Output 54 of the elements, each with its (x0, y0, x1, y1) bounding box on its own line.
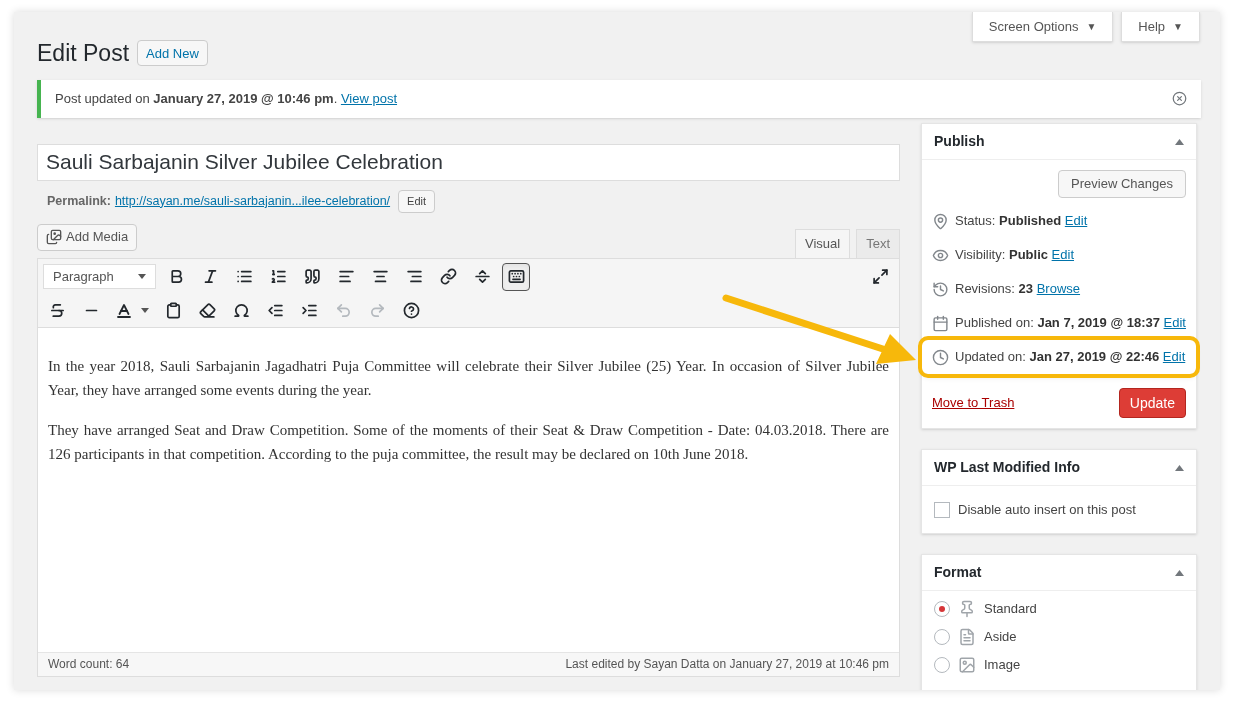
format-option-label: Standard (984, 600, 1037, 619)
image-icon (958, 656, 976, 674)
publish-info-text: Updated on: Jan 27, 2019 @ 22:46 Edit (955, 348, 1186, 367)
publish-info-link[interactable]: Edit (1163, 315, 1186, 331)
publish-info-link[interactable]: Edit (1051, 247, 1074, 263)
toolbar-toggle-icon[interactable] (502, 262, 530, 291)
preview-changes-button[interactable]: Preview Changes (1058, 170, 1186, 198)
format-option-label: Aside (984, 628, 1017, 647)
collapse-icon[interactable] (1175, 569, 1184, 576)
format-option-label: Image (984, 656, 1021, 675)
publish-info-text: Status: Published Edit (955, 212, 1088, 231)
add-new-button[interactable]: Add New (137, 40, 208, 67)
pushpin-icon (958, 600, 976, 618)
page-title: Edit Post (37, 39, 130, 68)
clock-icon (932, 348, 949, 366)
checkbox-label: Disable auto insert on this post (958, 500, 1136, 519)
calendar-icon (932, 314, 949, 332)
publish-info-text: Visibility: Public Edit (955, 246, 1074, 265)
caret-icon (138, 274, 146, 279)
text-color-icon (115, 301, 133, 320)
format-select[interactable]: Paragraph (43, 264, 156, 289)
update-button[interactable]: Update (1118, 388, 1186, 418)
title-field[interactable]: Sauli Sarbajanin Silver Jubilee Celebration (37, 143, 900, 181)
publish-info-text: Revisions: 23 Browse (955, 280, 1081, 299)
publish-info-link[interactable]: Browse (1036, 281, 1081, 297)
content-paragraph: They have arranged Seat and Draw Competition. Some of the moments of their Seat & Draw Competition - Date: 04.03.2018. There are 126 participants in that competition. According to the puja committee, the result may be declared on 10th June 2018. (48, 420, 889, 464)
editor-tab[interactable]: Visual (794, 228, 851, 259)
pin-icon (932, 212, 949, 230)
word-count: Word count: 64 (48, 656, 130, 673)
dismiss-icon[interactable] (1172, 91, 1187, 106)
publish-info-text: Published on: Jan 7, 2019 @ 18:37 Edit (955, 314, 1186, 333)
move-to-trash-link[interactable]: Move to Trash (932, 393, 1015, 413)
collapse-icon[interactable] (1175, 138, 1184, 145)
panel-title: WP Last Modified Info (934, 458, 1080, 477)
help-tab[interactable]: Help ▼ (1121, 12, 1200, 42)
publish-info-link[interactable]: Edit (1162, 349, 1186, 365)
permalink-edit-button[interactable]: Edit (398, 189, 436, 213)
checkbox[interactable] (934, 501, 950, 518)
permalink-label: Permalink: (47, 192, 111, 210)
publish-info-link[interactable]: Edit (1064, 213, 1088, 229)
document-icon (958, 628, 976, 646)
screen-options-tab[interactable]: Screen Options ▼ (971, 12, 1114, 42)
editor-tab[interactable]: Text (856, 228, 900, 259)
panel-title: Publish (934, 132, 985, 151)
collapse-icon[interactable] (1175, 464, 1184, 471)
add-media-button[interactable]: Add Media (37, 223, 138, 251)
last-edited-text: Last edited by Sayan Datta on January 27, 2019 at 10:46 pm (565, 656, 889, 673)
panel-title: Format (934, 563, 982, 582)
media-icon (46, 229, 62, 245)
view-post-link[interactable]: View post (340, 90, 398, 106)
history-icon (932, 280, 949, 298)
content-paragraph: In the year 2018, Sauli Sarbajanin Jagadhatri Puja Committee will celebrate their Silver Jubilee (25) Year. In occasion of Silver Jubilee Year, they have arranged some events during the year. (48, 356, 889, 400)
permalink-link[interactable]: http://sayan.me/sauli-sarbajanin...ilee-celebration/ (114, 191, 391, 211)
notice-text: Post updated on January 27, 2019 @ 10:46 pm. View post (55, 89, 398, 108)
